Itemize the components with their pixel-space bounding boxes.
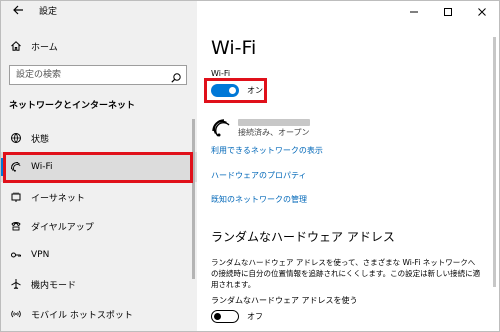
network-status: 接続済み、オープン <box>238 128 310 137</box>
highlight-box-wifi-toggle <box>204 78 267 103</box>
random-hw-description: ランダムなハードウェア アドレスを使って、さまざまな Wi-Fi ネットワークへ… <box>211 258 481 289</box>
settings-window: 設定 ホーム ネットワークとインターネット 状態 Wi-Fi <box>0 0 500 332</box>
page-title: Wi-Fi <box>211 37 257 59</box>
highlight-box-wifi-item <box>3 152 193 183</box>
network-name-redacted <box>238 119 310 126</box>
sidebar-item-status[interactable]: 状態 <box>1 123 197 153</box>
search-input[interactable] <box>10 66 166 84</box>
back-button[interactable] <box>10 4 26 20</box>
hardware-properties-link[interactable]: ハードウェアのプロパティ <box>211 170 307 181</box>
title-bar: 設定 <box>1 1 197 23</box>
section-heading: ネットワークとインターネット <box>9 101 136 111</box>
minimize-button[interactable] <box>397 1 431 23</box>
minimize-icon <box>410 11 418 13</box>
scrollbar-thumb[interactable] <box>493 37 496 287</box>
main-scrollbar[interactable] <box>492 17 497 321</box>
back-arrow-icon <box>13 5 23 15</box>
sidebar-item-label: ホーム <box>31 42 58 53</box>
sidebar-item-label: イーサネット <box>31 193 85 204</box>
random-hw-toggle-row: オフ <box>211 310 263 323</box>
search-box <box>9 65 187 85</box>
app-title: 設定 <box>39 7 58 17</box>
sidebar-item-label: 機内モード <box>31 280 77 291</box>
connected-network[interactable]: 接続済み、オープン <box>211 116 411 142</box>
sidebar-item-airplane[interactable]: 機内モード <box>1 269 197 299</box>
show-available-networks-link[interactable]: 利用できるネットワークの表示 <box>211 145 323 156</box>
manage-known-networks-link[interactable]: 既知のネットワークの管理 <box>211 194 307 205</box>
caption-buttons <box>397 1 499 23</box>
sidebar-item-vpn[interactable]: VPN <box>1 240 197 270</box>
globe-status-icon <box>1 132 31 144</box>
sidebar-item-dialup[interactable]: ダイヤルアップ <box>1 211 197 241</box>
wifi-label: Wi-Fi <box>211 69 231 78</box>
random-hw-heading: ランダムなハードウェア アドレス <box>211 230 395 244</box>
ethernet-icon <box>1 191 31 203</box>
sidebar-item-label: 状態 <box>31 134 50 145</box>
airplane-icon <box>1 278 31 290</box>
random-hw-option-label: ランダムなハードウェア アドレスを使う <box>211 296 358 305</box>
sidebar-item-ethernet[interactable]: イーサネット <box>1 182 197 212</box>
dialup-icon <box>1 220 31 232</box>
wifi-signal-icon <box>211 118 231 142</box>
random-hw-toggle-text: オフ <box>247 312 263 321</box>
close-icon <box>478 8 486 16</box>
maximize-button[interactable] <box>431 1 465 23</box>
sidebar-item-home[interactable]: ホーム <box>1 31 197 61</box>
maximize-icon <box>444 8 452 16</box>
sidebar-item-label: VPN <box>31 250 50 260</box>
random-hw-toggle[interactable] <box>211 310 239 323</box>
search-icon[interactable] <box>170 69 182 83</box>
sidebar-item-label: モバイル ホットスポット <box>31 310 133 321</box>
hotspot-icon <box>1 308 31 320</box>
vpn-icon <box>1 249 31 261</box>
sidebar-item-hotspot[interactable]: モバイル ホットスポット <box>1 299 197 329</box>
sidebar-item-label: ダイヤルアップ <box>31 222 94 233</box>
sidebar-scrollbar[interactable] <box>192 119 195 279</box>
home-icon <box>1 40 31 52</box>
toggle-knob <box>214 312 221 320</box>
